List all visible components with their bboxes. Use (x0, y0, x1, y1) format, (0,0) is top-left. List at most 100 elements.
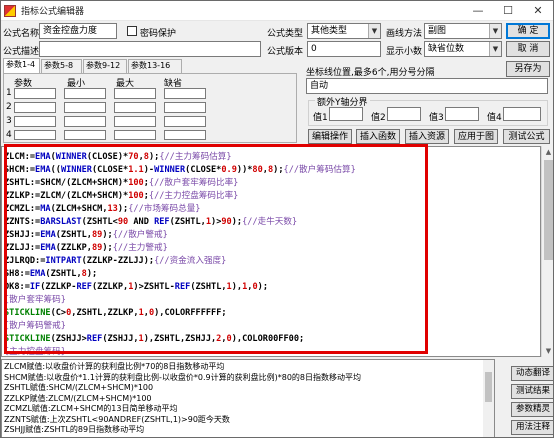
translation-output[interactable]: ZLCM赋值:以收盘价计算的获利盘比例*70的8日指数移动平均 SHCM赋值:以收… (1, 359, 495, 437)
code-token: ); (102, 230, 113, 240)
cancel-button[interactable]: 取 消 (506, 41, 550, 57)
code-token: WINNER (55, 152, 87, 162)
code-token: {散户套牢筹码} (4, 295, 66, 305)
decimals-label: 显示小数 (386, 47, 423, 57)
code-token: SH8:= (4, 269, 30, 279)
param-4-name[interactable] (14, 130, 56, 140)
axis-value-1-input[interactable] (329, 107, 363, 121)
code-token: EMA (35, 165, 51, 175)
minimize-button[interactable]: — (463, 1, 493, 21)
param-2-max[interactable] (114, 102, 156, 113)
param-2-min[interactable] (64, 102, 106, 113)
maximize-button[interactable]: ☐ (493, 1, 523, 21)
tab-params-9-12[interactable]: 参数9-12 (83, 59, 127, 73)
code-token: ZLCM/(ZLCM+SHCM)* (40, 191, 129, 201)
decimals-select[interactable]: 缺省位数 ▼ (424, 41, 502, 57)
param-4-min[interactable] (64, 130, 106, 140)
scroll-up-icon[interactable]: ▲ (542, 146, 553, 158)
tab-params-1-4[interactable]: 参数1-4 (3, 58, 40, 73)
translation-line: ZZLKP赋值:ZLCM/(ZLCM+SHCM)*100 (4, 393, 152, 403)
code-token: ,ZSHTL,ZZLKP, (71, 308, 139, 318)
code-token: ); (257, 282, 269, 292)
close-button[interactable]: ✕ (523, 1, 553, 21)
ok-button[interactable]: 确 定 (506, 23, 550, 39)
code-line: ZJLRQD:=INTPART(ZZLKP-ZZLJJ);{//资金流入强度} (4, 255, 356, 268)
param-3-name[interactable] (14, 116, 56, 127)
code-token: ); (231, 217, 243, 227)
axis-position-input[interactable]: 自动 (306, 78, 548, 94)
param-row-number: 1 (6, 88, 12, 98)
code-token: ZLCM:= (4, 152, 36, 162)
insert-function-button[interactable]: 插入函数 (356, 129, 400, 144)
code-token: 90 (117, 217, 129, 227)
password-checkbox[interactable] (127, 26, 137, 36)
editor-scrollbar[interactable]: ▲ ▼ (541, 146, 553, 357)
draw-method-value: 副图 (428, 26, 447, 36)
code-token: STICKLINE (4, 308, 51, 318)
code-line: ZSHJJ:=EMA(ZSHTL,89);{//散户警戒} (4, 229, 356, 242)
param-3-max[interactable] (114, 116, 156, 127)
formula-name-input[interactable]: 资金控盘力度 (39, 23, 117, 39)
scroll-thumb[interactable] (544, 160, 553, 260)
param-1-name[interactable] (14, 88, 56, 99)
save-as-button[interactable]: 另存为 (506, 61, 550, 77)
chevron-down-icon: ▼ (368, 24, 380, 38)
code-token: {//主力筹码估算} (159, 152, 232, 162)
usage-notes-button[interactable]: 用法注释 (511, 420, 553, 435)
code-token: 80 (252, 165, 263, 175)
code-token: (ZSHTL, (169, 217, 206, 227)
code-token: REF (86, 334, 103, 344)
code-token: 100 (128, 191, 144, 201)
code-line: STICKLINE(C>0,ZSHTL,ZZLKP,1,0),COLORFFFF… (4, 307, 356, 320)
code-token: WINNER (60, 165, 92, 175)
code-token: (ZZLKP, (55, 243, 92, 253)
translation-line: SHCM赋值:以收盘价*1.1计算的获利盘比例-以收盘价*0.9计算的获利盘比例… (4, 372, 361, 382)
code-token: ZSHJJ:= (4, 230, 41, 240)
code-line: ZLCM:=EMA(WINNER(CLOSE)*70,8);{//主力筹码估算} (4, 151, 356, 164)
test-result-button[interactable]: 测试结果 (511, 384, 553, 399)
code-token: 70 (128, 152, 139, 162)
code-token: (ZLCM+SHCM, (50, 204, 108, 214)
tab-params-5-8[interactable]: 参数5-8 (41, 59, 82, 73)
translation-text: ZLCM赋值:以收盘价计算的获利盘比例*70的8日指数移动平均 SHCM赋值:以收… (4, 362, 361, 436)
param-wizard-button[interactable]: 参数精灵 (511, 402, 553, 417)
param-1-default[interactable] (164, 88, 206, 99)
axis-value-4-input[interactable] (503, 107, 541, 121)
code-token: (CLOSE* (185, 165, 222, 175)
formula-code-editor[interactable]: ZLCM:=EMA(WINNER(CLOSE)*70,8);{//主力筹码估算}… (1, 146, 541, 357)
formula-desc-input[interactable] (39, 41, 261, 57)
param-3-default[interactable] (164, 116, 206, 127)
axis-value-2-input[interactable] (387, 107, 421, 121)
param-2-default[interactable] (164, 102, 206, 113)
tab-params-13-16[interactable]: 参数13-16 (128, 59, 182, 73)
code-token: (ZZLKP-ZZLJJ); (81, 256, 155, 266)
test-formula-button[interactable]: 测试公式 (503, 129, 550, 144)
param-1-min[interactable] (64, 88, 106, 99)
title-bar[interactable]: 指标公式编辑器 — ☐ ✕ (1, 1, 553, 21)
code-line: ZCMZL:=MA(ZLCM+SHCM,13);{//市场筹码总量} (4, 203, 356, 216)
code-token: 90 (221, 217, 232, 227)
code-token: {//散户套牢筹码比率} (148, 178, 239, 188)
code-token: EMA (35, 152, 51, 162)
edit-operations-button[interactable]: 编辑操作 (308, 129, 352, 144)
param-2-name[interactable] (14, 102, 56, 113)
draw-method-select[interactable]: 副图 ▼ (424, 23, 502, 39)
code-token: ), (231, 282, 243, 292)
param-1-max[interactable] (114, 88, 156, 99)
apply-to-chart-button[interactable]: 应用于图 (454, 129, 498, 144)
formula-version-input[interactable]: 0 (307, 41, 381, 57)
code-token: {主力控盘筹码} (4, 347, 66, 357)
insert-resource-button[interactable]: 插入资源 (405, 129, 449, 144)
dynamic-translate-button[interactable]: 动态翻译 (511, 366, 553, 381)
code-token: {散户筹码警戒} (4, 321, 66, 331)
scroll-thumb[interactable] (485, 372, 492, 402)
code-token: BARSLAST (40, 217, 82, 227)
axis-value-3-input[interactable] (445, 107, 479, 121)
scroll-down-icon[interactable]: ▼ (542, 345, 553, 357)
param-4-max[interactable] (114, 130, 156, 140)
param-4-default[interactable] (164, 130, 206, 140)
code-line: {主力控盘筹码} (4, 346, 356, 357)
param-3-min[interactable] (64, 116, 106, 127)
output-scrollbar[interactable] (483, 360, 494, 437)
formula-type-select[interactable]: 其他类型 ▼ (307, 23, 381, 39)
